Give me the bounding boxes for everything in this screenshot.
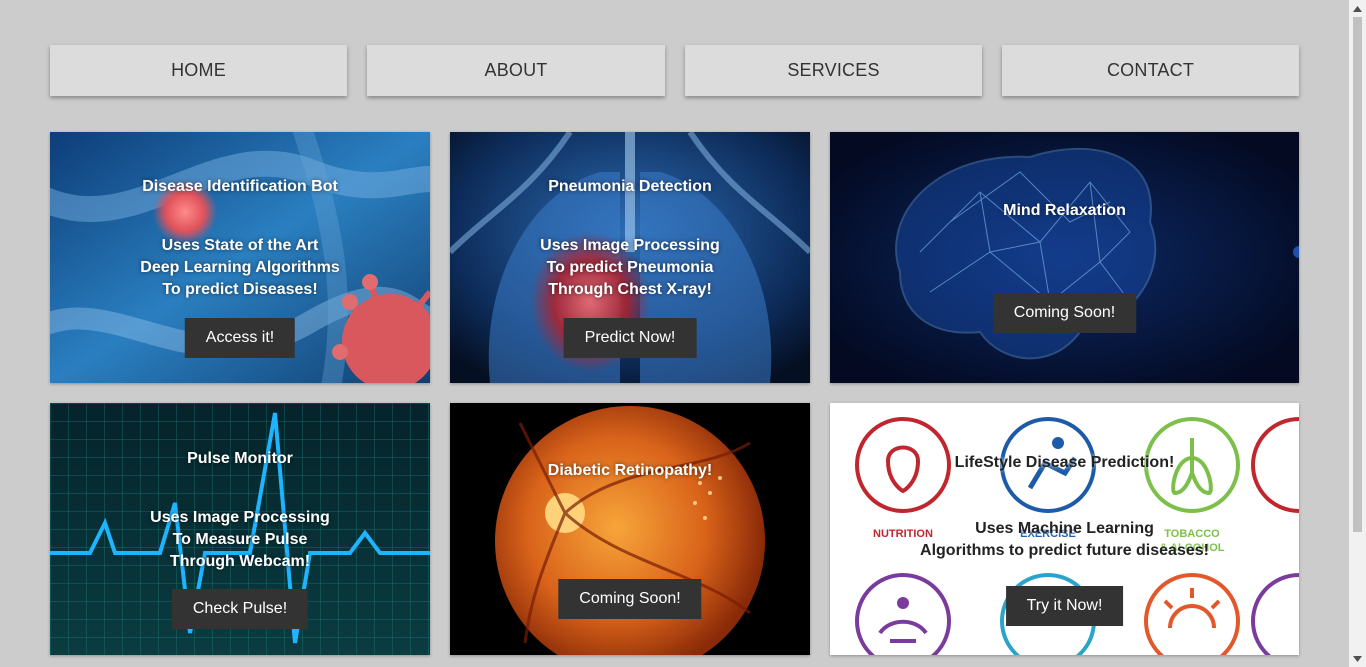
predict-now-button[interactable]: Predict Now! [563, 318, 697, 358]
nav-label: SERVICES [787, 60, 880, 80]
card-title: Mind Relaxation [1003, 202, 1126, 219]
card-pneumonia: Pneumonia Detection Uses Image Processin… [450, 132, 810, 383]
card-description: Uses State of the Art Deep Learning Algo… [140, 237, 340, 298]
card-description: Uses Image Processing To Measure Pulse T… [150, 509, 330, 570]
coming-soon-button[interactable]: Coming Soon! [558, 579, 702, 619]
card-diabetic-retinopathy: Diabetic Retinopathy! Coming Soon! [450, 403, 810, 655]
nav-label: HOME [171, 60, 226, 80]
nav-about-button[interactable]: ABOUT [367, 45, 665, 96]
card-title: Diabetic Retinopathy! [547, 462, 713, 479]
check-pulse-button[interactable]: Check Pulse! [171, 589, 309, 629]
card-title: Pneumonia Detection [548, 178, 712, 195]
nav-home-button[interactable]: HOME [50, 45, 347, 96]
card-pulse-monitor: Pulse Monitor Uses Image Processing To M… [50, 403, 430, 655]
card-mind-relaxation: Mind Relaxation Coming Soon! [830, 132, 1299, 383]
vertical-scrollbar[interactable] [1349, 0, 1366, 667]
scroll-down-icon[interactable] [1349, 650, 1366, 667]
card-disease-bot: Disease Identification Bot Uses State of… [50, 132, 430, 383]
access-it-button[interactable]: Access it! [184, 318, 296, 358]
card-title: LifeStyle Disease Prediction! [954, 454, 1175, 471]
scroll-thumb[interactable] [1353, 17, 1362, 532]
scroll-up-icon[interactable] [1349, 0, 1366, 17]
card-title: Pulse Monitor [187, 450, 293, 467]
brain-icon [830, 132, 1299, 383]
nav-label: CONTACT [1106, 60, 1195, 80]
card-lifestyle: NUTRITION EXERCISE TOBACCO & ALCOHOL Lif… [830, 403, 1299, 655]
card-description: Uses Machine Learning Algorithms to pred… [920, 520, 1209, 559]
nav-label: ABOUT [484, 60, 548, 80]
try-it-now-button[interactable]: Try it Now! [1005, 586, 1124, 626]
card-title: Disease Identification Bot [142, 178, 338, 195]
nav-services-button[interactable]: SERVICES [685, 45, 982, 96]
card-description: Uses Image Processing To predict Pneumon… [540, 237, 720, 298]
nav-contact-button[interactable]: CONTACT [1002, 45, 1299, 96]
coming-soon-button[interactable]: Coming Soon! [992, 293, 1137, 333]
